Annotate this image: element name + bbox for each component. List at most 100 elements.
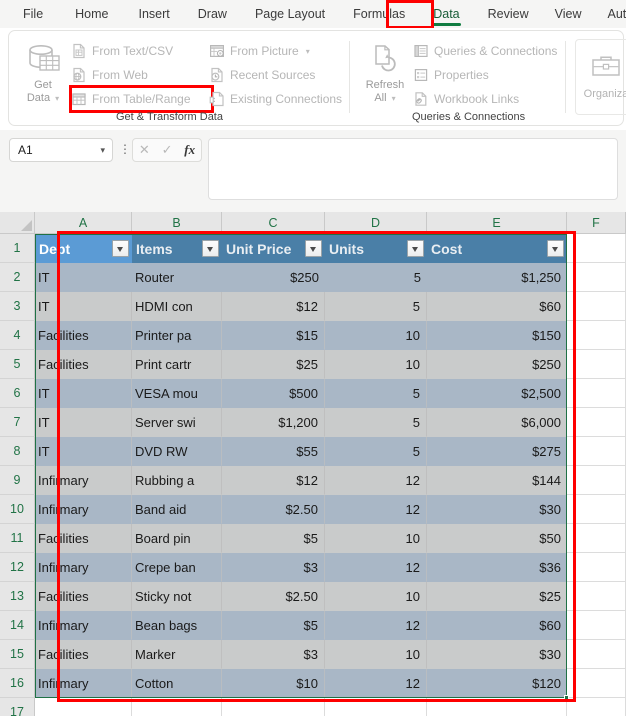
cell-a6[interactable]: IT xyxy=(35,379,132,408)
cell-a7[interactable]: IT xyxy=(35,408,132,437)
row-header-16[interactable]: 16 xyxy=(0,669,35,698)
name-box[interactable]: A1 ▾ xyxy=(9,138,113,162)
cell-f7[interactable] xyxy=(567,408,626,437)
select-all-corner[interactable] xyxy=(0,212,35,234)
refresh-all-button[interactable]: Refresh All ▾ xyxy=(357,43,413,105)
row-header-12[interactable]: 12 xyxy=(0,553,35,582)
cell-c6[interactable]: $500 xyxy=(222,379,325,408)
cell-d6[interactable]: 5 xyxy=(325,379,427,408)
cell-b16[interactable]: Cotton xyxy=(132,669,222,698)
cell-e6[interactable]: $2,500 xyxy=(427,379,567,408)
queries-connections-command[interactable]: Queries & Connections xyxy=(413,40,557,62)
cell-e8[interactable]: $275 xyxy=(427,437,567,466)
cell-a4[interactable]: Facilities xyxy=(35,321,132,350)
filter-button-units[interactable] xyxy=(407,240,424,257)
cell-e5[interactable]: $250 xyxy=(427,350,567,379)
tab-automate[interactable]: Automate xyxy=(599,2,626,27)
cell-d15[interactable]: 10 xyxy=(325,640,427,669)
row-header-8[interactable]: 8 xyxy=(0,437,35,466)
formula-input[interactable] xyxy=(208,138,618,200)
tab-page-layout[interactable]: Page Layout xyxy=(246,2,334,27)
cell-c7[interactable]: $1,200 xyxy=(222,408,325,437)
cell-d9[interactable]: 12 xyxy=(325,466,427,495)
row-header-9[interactable]: 9 xyxy=(0,466,35,495)
cell-c12[interactable]: $3 xyxy=(222,553,325,582)
cell-e2[interactable]: $1,250 xyxy=(427,263,567,292)
cell-a16[interactable]: Infirmary xyxy=(35,669,132,698)
cell-f5[interactable] xyxy=(567,350,626,379)
row-header-13[interactable]: 13 xyxy=(0,582,35,611)
row-header-4[interactable]: 4 xyxy=(0,321,35,350)
cell-e14[interactable]: $60 xyxy=(427,611,567,640)
row-header-10[interactable]: 10 xyxy=(0,495,35,524)
cell-b14[interactable]: Bean bags xyxy=(132,611,222,640)
table-header-cost[interactable]: Cost xyxy=(427,234,567,263)
cell-e7[interactable]: $6,000 xyxy=(427,408,567,437)
cell-e11[interactable]: $50 xyxy=(427,524,567,553)
column-header-a[interactable]: A xyxy=(35,212,132,234)
cell-c15[interactable]: $3 xyxy=(222,640,325,669)
from-web-command[interactable]: From Web xyxy=(71,64,148,86)
cell-b6[interactable]: VESA mou xyxy=(132,379,222,408)
row-header-17[interactable]: 17 xyxy=(0,698,35,716)
cell-c17[interactable] xyxy=(222,698,325,716)
cell-d4[interactable]: 10 xyxy=(325,321,427,350)
cell-f1[interactable] xyxy=(567,234,626,263)
row-header-5[interactable]: 5 xyxy=(0,350,35,379)
cell-b11[interactable]: Board pin xyxy=(132,524,222,553)
cell-f9[interactable] xyxy=(567,466,626,495)
tab-home[interactable]: Home xyxy=(66,2,117,27)
cell-d16[interactable]: 12 xyxy=(325,669,427,698)
cell-c10[interactable]: $2.50 xyxy=(222,495,325,524)
cell-a14[interactable]: Infirmary xyxy=(35,611,132,640)
row-header-2[interactable]: 2 xyxy=(0,263,35,292)
cell-f3[interactable] xyxy=(567,292,626,321)
cell-d10[interactable]: 12 xyxy=(325,495,427,524)
cell-a2[interactable]: IT xyxy=(35,263,132,292)
cell-f6[interactable] xyxy=(567,379,626,408)
cell-e17[interactable] xyxy=(427,698,567,716)
row-header-14[interactable]: 14 xyxy=(0,611,35,640)
cell-f12[interactable] xyxy=(567,553,626,582)
column-header-e[interactable]: E xyxy=(427,212,567,234)
cell-d14[interactable]: 12 xyxy=(325,611,427,640)
cell-a15[interactable]: Facilities xyxy=(35,640,132,669)
cell-b5[interactable]: Print cartr xyxy=(132,350,222,379)
cell-f2[interactable] xyxy=(567,263,626,292)
column-header-f[interactable]: F xyxy=(567,212,626,234)
cell-b15[interactable]: Marker xyxy=(132,640,222,669)
cancel-x-icon[interactable]: ✕ xyxy=(139,142,150,158)
cell-c3[interactable]: $12 xyxy=(222,292,325,321)
existing-connections-command[interactable]: Existing Connections xyxy=(209,88,342,110)
row-header-6[interactable]: 6 xyxy=(0,379,35,408)
cell-f13[interactable] xyxy=(567,582,626,611)
row-header-11[interactable]: 11 xyxy=(0,524,35,553)
tab-data[interactable]: Data xyxy=(424,2,468,27)
column-header-d[interactable]: D xyxy=(325,212,427,234)
cell-d8[interactable]: 5 xyxy=(325,437,427,466)
cell-b4[interactable]: Printer pa xyxy=(132,321,222,350)
cell-f15[interactable] xyxy=(567,640,626,669)
cell-e9[interactable]: $144 xyxy=(427,466,567,495)
cell-e13[interactable]: $25 xyxy=(427,582,567,611)
cell-a10[interactable]: Infirmary xyxy=(35,495,132,524)
cell-e16[interactable]: $120 xyxy=(427,669,567,698)
cell-a9[interactable]: Infirmary xyxy=(35,466,132,495)
cell-f10[interactable] xyxy=(567,495,626,524)
row-header-7[interactable]: 7 xyxy=(0,408,35,437)
tab-insert[interactable]: Insert xyxy=(130,2,179,27)
fill-handle[interactable] xyxy=(564,695,569,700)
cell-b12[interactable]: Crepe ban xyxy=(132,553,222,582)
cell-f8[interactable] xyxy=(567,437,626,466)
cell-f16[interactable] xyxy=(567,669,626,698)
cell-b7[interactable]: Server swi xyxy=(132,408,222,437)
filter-button-unit-price[interactable] xyxy=(305,240,322,257)
cell-f11[interactable] xyxy=(567,524,626,553)
cell-c2[interactable]: $250 xyxy=(222,263,325,292)
from-picture-command[interactable]: From Picture ▾ xyxy=(209,40,310,62)
cell-f4[interactable] xyxy=(567,321,626,350)
filter-button-dept[interactable] xyxy=(112,240,129,257)
cell-d7[interactable]: 5 xyxy=(325,408,427,437)
get-data-button[interactable]: Get Data ▾ xyxy=(15,43,71,105)
cell-c14[interactable]: $5 xyxy=(222,611,325,640)
